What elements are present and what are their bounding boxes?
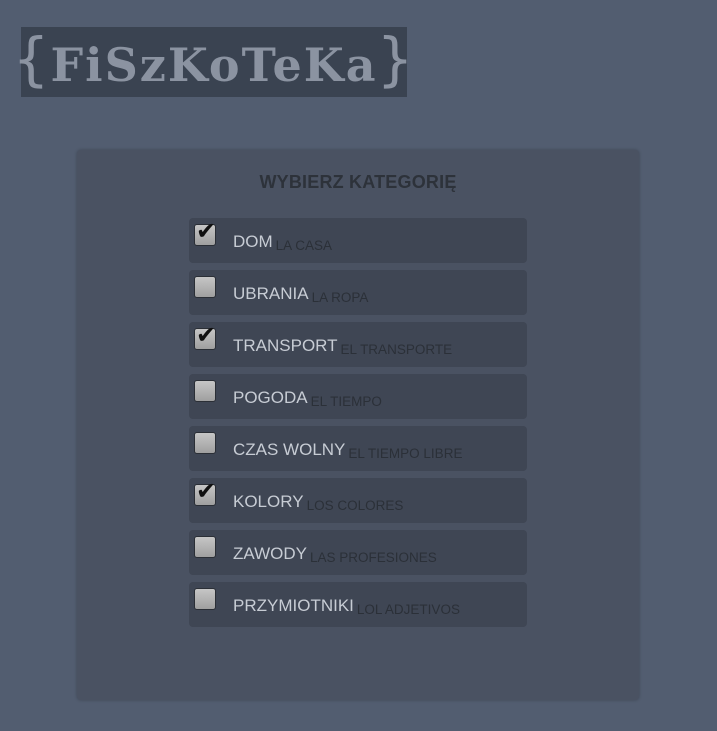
category-checkbox[interactable] [194, 276, 216, 298]
checkmark-icon: ✔ [196, 477, 217, 505]
category-label: TRANSPORT EL TRANSPORTE [233, 336, 453, 357]
category-translation: LAS PROFESIONES [309, 550, 437, 565]
category-translation: EL TRANSPORTE [340, 342, 453, 357]
panel-title: WYBIERZ KATEGORIĘ [259, 172, 457, 192]
category-translation: LA CASA [275, 238, 332, 253]
app-logo: {FiSzKoTeKa} [14, 27, 413, 97]
category-panel: WYBIERZ KATEGORIĘ ✔ DOM LA CASA UBRANIA LA… [77, 150, 639, 700]
category-checkbox[interactable]: ✔ [194, 323, 216, 350]
category-list: ✔ DOM LA CASA UBRANIA LA ROPA ✔ TRANSPORT E… [189, 218, 527, 634]
logo-brace-left: { [13, 25, 51, 93]
category-label: ZAWODY LAS PROFESIONES [233, 544, 437, 565]
category-item-przymiotniki[interactable]: PRZYMIOTNIKI LOL ADJETIVOS [189, 582, 527, 627]
category-checkbox[interactable] [194, 380, 216, 402]
checkmark-icon: ✔ [196, 217, 217, 245]
category-translation: EL TIEMPO [310, 394, 382, 409]
category-label: CZAS WOLNY EL TIEMPO LIBRE [233, 440, 463, 461]
category-checkbox[interactable] [194, 588, 216, 610]
logo-text: {FiSzKoTeKa} [14, 30, 415, 92]
category-item-zawody[interactable]: ZAWODY LAS PROFESIONES [189, 530, 527, 575]
category-translation: EL TIEMPO LIBRE [348, 446, 463, 461]
checkmark-icon: ✔ [196, 321, 217, 349]
category-label: POGODA EL TIEMPO [233, 388, 382, 409]
category-label: KOLORY LOS COLORES [233, 492, 404, 513]
category-item-kolory[interactable]: ✔ KOLORY LOS COLORES [189, 478, 527, 523]
category-label: DOM LA CASA [233, 232, 332, 253]
category-translation: LOL ADJETIVOS [356, 602, 460, 617]
category-translation: LA ROPA [311, 290, 369, 305]
logo-name: FiSzKoTeKa [50, 38, 378, 92]
logo-brace-right: } [377, 25, 415, 93]
category-item-czas-wolny[interactable]: CZAS WOLNY EL TIEMPO LIBRE [189, 426, 527, 471]
category-label: PRZYMIOTNIKI LOL ADJETIVOS [233, 596, 460, 617]
category-item-dom[interactable]: ✔ DOM LA CASA [189, 218, 527, 263]
category-item-transport[interactable]: ✔ TRANSPORT EL TRANSPORTE [189, 322, 527, 367]
category-checkbox[interactable]: ✔ [194, 219, 216, 246]
category-label: UBRANIA LA ROPA [233, 284, 369, 305]
category-checkbox[interactable] [194, 432, 216, 454]
category-checkbox[interactable] [194, 536, 216, 558]
category-checkbox[interactable]: ✔ [194, 479, 216, 506]
category-item-ubrania[interactable]: UBRANIA LA ROPA [189, 270, 527, 315]
category-translation: LOS COLORES [306, 498, 404, 513]
category-item-pogoda[interactable]: POGODA EL TIEMPO [189, 374, 527, 419]
